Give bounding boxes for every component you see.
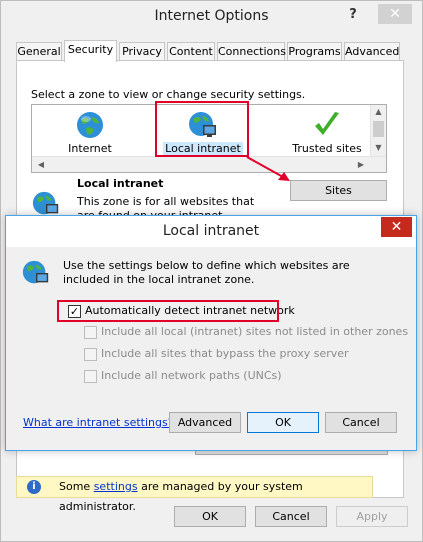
advanced-button[interactable]: Advanced	[169, 412, 241, 433]
tab-content[interactable]: Content	[167, 42, 215, 61]
settings-link[interactable]: settings	[94, 480, 138, 493]
intranet-icon	[22, 260, 49, 284]
zone-list-vertical-scrollbar[interactable]: ▲ ▼	[370, 105, 386, 157]
scroll-up-arrow-icon[interactable]: ▲	[371, 105, 386, 119]
tab-programs[interactable]: Programs	[287, 42, 342, 61]
dialog-ok-button[interactable]: OK	[247, 412, 319, 433]
checkbox-label: Include all local (intranet) sites not l…	[101, 325, 409, 338]
zone-label: Internet	[68, 142, 112, 155]
tab-general[interactable]: General	[16, 42, 62, 61]
zone-internet[interactable]: Internet	[50, 109, 130, 157]
tab-security[interactable]: Security	[64, 40, 117, 62]
zone-list-horizontal-scrollbar[interactable]: ◀ ▶	[32, 156, 386, 172]
zone-trusted-sites[interactable]: Trusted sites	[287, 109, 367, 157]
check-icon	[315, 112, 339, 135]
local-intranet-dialog: Local intranet ✕ Use the settings below …	[5, 215, 417, 451]
dialog-title: Local intranet	[162, 223, 260, 239]
scroll-right-arrow-icon[interactable]: ▶	[354, 158, 368, 172]
intranet-settings-help-link[interactable]: What are intranet settings?	[23, 416, 174, 429]
dialog-description: Use the settings below to define which w…	[63, 259, 350, 286]
scroll-left-arrow-icon[interactable]: ◀	[34, 158, 48, 172]
apply-button[interactable]: Apply	[336, 506, 408, 527]
checkbox-label: Include all sites that bypass the proxy …	[101, 347, 349, 360]
checkbox-highlight	[57, 300, 279, 322]
scroll-down-arrow-icon[interactable]: ▼	[371, 141, 386, 155]
cancel-button[interactable]: Cancel	[255, 506, 327, 527]
info-icon: i	[27, 480, 41, 494]
dialog-close-button[interactable]: ✕	[381, 217, 412, 237]
checkbox-label: Include all network paths (UNCs)	[101, 369, 282, 382]
window-close-button[interactable]: ✕	[378, 4, 412, 24]
scroll-thumb[interactable]	[373, 121, 384, 137]
dialog-titlebar: Local intranet ✕	[6, 216, 416, 247]
checkbox-unchecked[interactable]	[84, 348, 97, 361]
tab-connections[interactable]: Connections	[217, 42, 286, 61]
selected-zone-title: Local intranet	[77, 177, 164, 190]
help-button[interactable]: ?	[345, 5, 361, 25]
zone-highlight	[155, 101, 249, 157]
zone-prompt: Select a zone to view or change security…	[31, 88, 306, 101]
admin-notice: i Some settings are managed by your syst…	[16, 476, 373, 513]
tab-advanced[interactable]: Advanced	[344, 42, 400, 61]
sites-button[interactable]: Sites	[290, 180, 387, 201]
checkbox-unchecked[interactable]	[84, 370, 97, 383]
tab-privacy[interactable]: Privacy	[119, 42, 165, 61]
dialog-cancel-button[interactable]: Cancel	[325, 412, 397, 433]
checkbox-unchecked[interactable]	[84, 326, 97, 339]
globe-icon	[77, 112, 103, 138]
ok-button[interactable]: OK	[174, 506, 246, 527]
notice-prefix: Some	[59, 480, 94, 493]
zone-label: Trusted sites	[292, 142, 362, 155]
